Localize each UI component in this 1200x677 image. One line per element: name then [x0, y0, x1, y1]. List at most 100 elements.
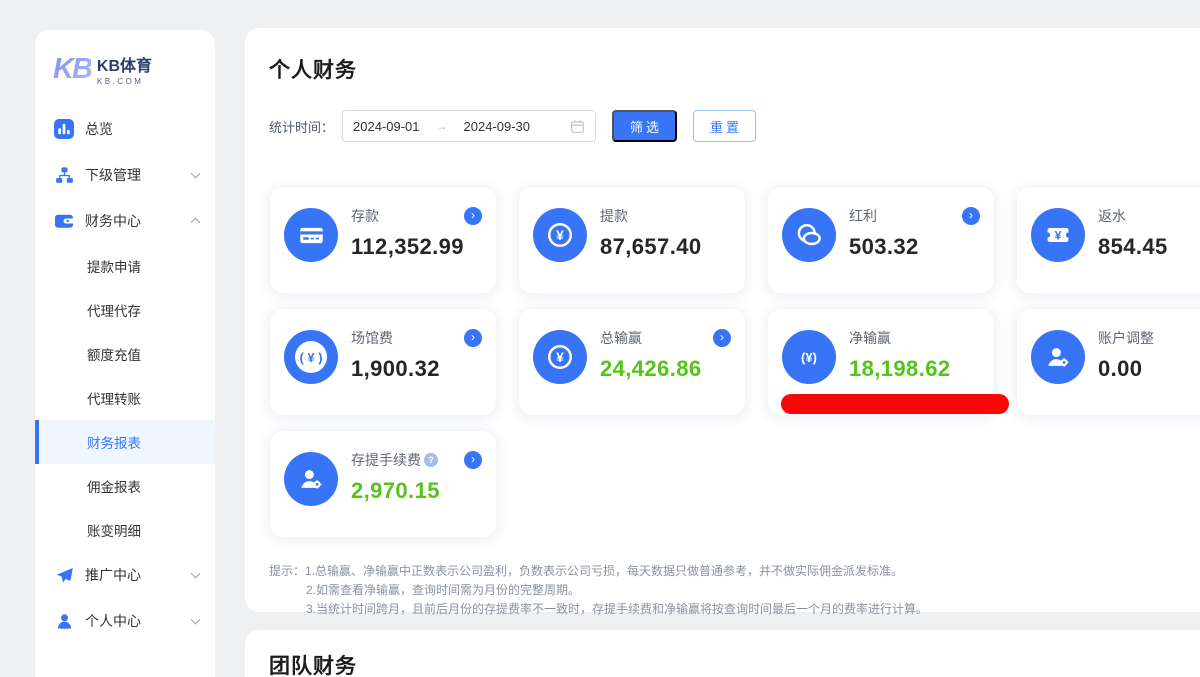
page-title: 个人财务	[269, 54, 1200, 84]
subitem-label: 额度充值	[87, 344, 141, 364]
sidebar-subitem-quota-recharge[interactable]: 额度充值	[35, 332, 215, 376]
card-label: 返水	[1098, 206, 1126, 226]
yen-paren-icon: (¥)	[782, 330, 836, 384]
subitem-label: 财务报表	[87, 432, 141, 452]
card-deposit-withdraw-fee: 存提手续费 ? › 2,970.15	[269, 430, 497, 538]
card-value: 18,198.62	[849, 356, 980, 382]
red-highlight-annotation	[781, 394, 1009, 414]
range-arrow: →	[436, 119, 448, 133]
user-gear-icon	[284, 452, 338, 506]
sidebar-item-label: 推广中心	[85, 565, 141, 585]
card-label: 存款	[351, 206, 379, 226]
subitem-label: 佣金报表	[87, 476, 141, 496]
yen-glyph: ( ¥ )	[295, 341, 327, 373]
filter-button[interactable]: 筛选	[612, 110, 677, 142]
ticket-yen-icon: ¥	[1031, 208, 1085, 262]
card-venue-fee: ( ¥ ) 场馆费 › 1,900.32	[269, 308, 497, 416]
subitem-label: 代理代存	[87, 300, 141, 320]
card-deposit: 存款 › 112,352.99	[269, 186, 497, 294]
start-date-value[interactable]: 2024-09-01	[353, 119, 420, 134]
brand-title: KB体育	[97, 52, 152, 76]
card-value: 0.00	[1098, 356, 1200, 382]
card-label: 场馆费	[351, 328, 393, 348]
card-withdrawal: ¥ 提款 87,657.40	[518, 186, 746, 294]
subitem-label: 代理转账	[87, 388, 141, 408]
yen-ring-icon: ¥	[533, 330, 587, 384]
sidebar-subitem-withdraw-request[interactable]: 提款申请	[35, 244, 215, 288]
personal-finance-panel: 个人财务 统计时间： 2024-09-01 → 2024-09-30 筛选 重置	[245, 28, 1200, 612]
tips-line-2: 2.如需查看净输赢，查询时间需为月份的完整周期。	[269, 581, 1200, 600]
wallet-icon	[54, 211, 74, 231]
card-detail-arrow-button[interactable]: ›	[464, 329, 482, 347]
sidebar-item-label: 财务中心	[85, 211, 141, 231]
svg-text:¥: ¥	[556, 228, 564, 243]
card-detail-arrow-button[interactable]: ›	[962, 207, 980, 225]
chevron-down-icon	[191, 615, 201, 625]
paper-plane-icon	[54, 565, 74, 585]
card-value: 1,900.32	[351, 356, 482, 382]
card-label: 账户调整	[1098, 328, 1154, 348]
org-tree-icon	[54, 165, 74, 185]
sidebar-subitem-commission-report[interactable]: 佣金报表	[35, 464, 215, 508]
sidebar-item-label: 个人中心	[85, 611, 141, 631]
chevron-down-icon	[191, 169, 201, 179]
sidebar-item-label: 下级管理	[85, 165, 141, 185]
card-detail-arrow-button[interactable]: ›	[464, 451, 482, 469]
card-total-winloss: ¥ 总输赢 › 24,426.86	[518, 308, 746, 416]
sidebar-item-finance-center[interactable]: 财务中心	[35, 198, 215, 244]
tips-text: 1.总输赢、净输赢中正数表示公司盈利，负数表示公司亏损，每天数据只做普通参考，并…	[305, 564, 903, 578]
card-value: 2,970.15	[351, 478, 482, 504]
subitem-label: 账变明细	[87, 520, 141, 540]
card-value: 87,657.40	[600, 234, 731, 260]
sidebar-subitem-account-changes[interactable]: 账变明细	[35, 508, 215, 552]
help-question-icon[interactable]: ?	[424, 453, 438, 467]
card-label: 净输赢	[849, 328, 891, 348]
sidebar-item-subordinates[interactable]: 下级管理	[35, 152, 215, 198]
calendar-icon	[570, 119, 585, 134]
bar-chart-icon	[54, 119, 74, 139]
yen-dashed-circle-icon: ( ¥ )	[284, 330, 338, 384]
kb-logo-mark: KB	[53, 53, 91, 86]
brand-logo: KB KB体育 KB.COM	[35, 30, 215, 92]
card-label: 红利	[849, 206, 877, 226]
sidebar-subitem-agent-deposit[interactable]: 代理代存	[35, 288, 215, 332]
subitem-label: 提款申请	[87, 256, 141, 276]
sidebar-item-label: 总览	[85, 119, 113, 139]
chevron-up-icon	[191, 218, 201, 228]
stat-cards-grid: 存款 › 112,352.99 ¥ 提款 87,657.40	[269, 186, 1200, 538]
card-value: 24,426.86	[600, 356, 731, 382]
sidebar-menu: 总览 下级管理 财务中心 提款申请 代理代存 额度充值 代理转账 财务报表	[35, 106, 215, 644]
stat-time-label: 统计时间：	[269, 117, 334, 136]
yen-circle-icon: ¥	[533, 208, 587, 262]
tips-line-1: 提示：1.总输赢、净输赢中正数表示公司盈利，负数表示公司亏损，每天数据只做普通参…	[269, 562, 1200, 581]
coins-icon	[782, 208, 836, 262]
team-finance-title: 团队财务	[269, 650, 1200, 677]
card-value: 503.32	[849, 234, 980, 260]
sidebar-item-overview[interactable]: 总览	[35, 106, 215, 152]
card-value: 854.45	[1098, 234, 1200, 260]
user-icon	[54, 611, 74, 631]
brand-subtitle: KB.COM	[97, 77, 152, 86]
card-detail-arrow-button[interactable]: ›	[464, 207, 482, 225]
card-label: 存提手续费	[351, 450, 421, 470]
svg-text:¥: ¥	[556, 350, 564, 365]
card-bonus: 红利 › 503.32	[767, 186, 995, 294]
sidebar-item-personal-center[interactable]: 个人中心	[35, 598, 215, 644]
tips-block: 提示：1.总输赢、净输赢中正数表示公司盈利，负数表示公司亏损，每天数据只做普通参…	[269, 562, 1200, 619]
tips-prefix: 提示：	[269, 564, 305, 578]
reset-button[interactable]: 重置	[693, 110, 756, 142]
sidebar-subitem-agent-transfer[interactable]: 代理转账	[35, 376, 215, 420]
sidebar: KB KB体育 KB.COM 总览 下级管理	[35, 30, 215, 677]
user-gear-icon	[1031, 330, 1085, 384]
date-range-picker[interactable]: 2024-09-01 → 2024-09-30	[342, 110, 596, 142]
card-value: 112,352.99	[351, 234, 482, 260]
card-label: 提款	[600, 206, 628, 226]
sidebar-item-promotion-center[interactable]: 推广中心	[35, 552, 215, 598]
end-date-value[interactable]: 2024-09-30	[464, 119, 531, 134]
bank-card-icon	[284, 208, 338, 262]
tips-line-3: 3.当统计时间跨月，且前后月份的存提费率不一致时，存提手续费和净输赢将按查询时间…	[269, 600, 1200, 619]
sidebar-subitem-finance-report-active[interactable]: 财务报表	[35, 420, 215, 464]
yen-paren-glyph: (¥)	[801, 350, 817, 365]
chevron-down-icon	[191, 569, 201, 579]
card-detail-arrow-button[interactable]: ›	[713, 329, 731, 347]
